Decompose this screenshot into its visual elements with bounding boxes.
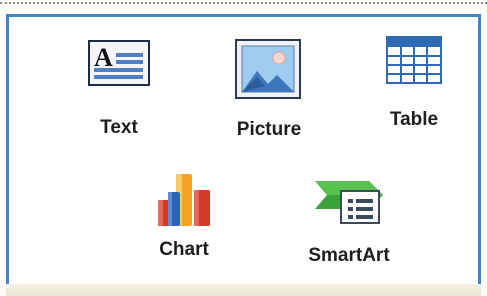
text-box-icon: A	[88, 40, 150, 86]
top-dotted-divider	[0, 2, 487, 4]
chart-label: Chart	[159, 239, 209, 260]
panel-bottom-edge	[6, 284, 481, 296]
table-label: Table	[389, 109, 439, 130]
svg-text:A: A	[94, 43, 113, 72]
picture-label: Picture	[236, 119, 302, 140]
insert-table-button[interactable]: Table	[364, 33, 464, 153]
insert-chart-button[interactable]: Chart	[134, 172, 234, 277]
insert-text-button[interactable]: A Text	[69, 37, 169, 157]
picture-icon	[235, 39, 301, 99]
bar-chart-icon	[158, 174, 210, 226]
insert-content-panel: A Text Picture Table Chart SmartArt	[6, 14, 481, 292]
insert-smartart-button[interactable]: SmartArt	[284, 175, 414, 280]
smartart-icon	[315, 181, 383, 224]
insert-picture-button[interactable]: Picture	[209, 37, 329, 157]
smartart-label: SmartArt	[308, 245, 390, 266]
text-label: Text	[100, 117, 138, 138]
table-icon	[386, 36, 442, 84]
